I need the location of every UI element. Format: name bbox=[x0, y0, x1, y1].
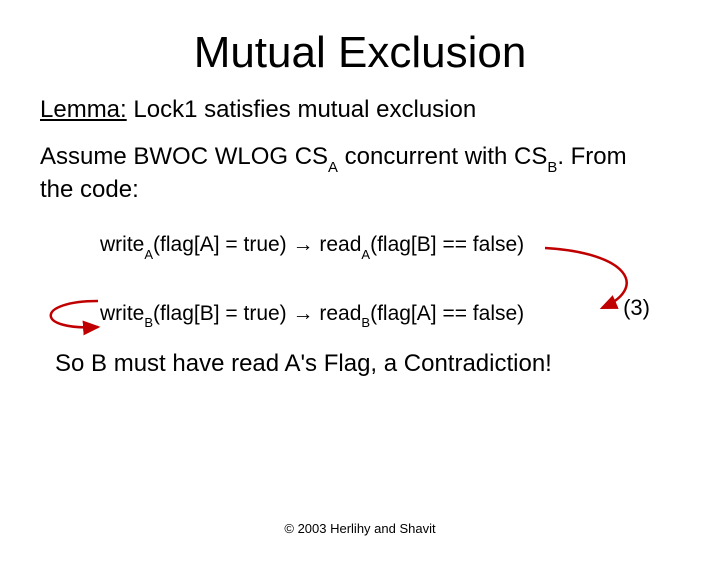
assume-pre: Assume BWOC WLOG CS bbox=[40, 143, 328, 170]
assume-mid: concurrent with CS bbox=[338, 143, 547, 170]
formula-block: writeA(flag[A] = true) → readA(flag[B] =… bbox=[40, 233, 680, 327]
conclusion-line: So B must have read A's Flag, a Contradi… bbox=[55, 350, 720, 378]
f1-read: read bbox=[314, 233, 362, 256]
f2-read-sub: B bbox=[361, 315, 370, 330]
f1-write: write bbox=[100, 233, 144, 256]
f1-read-args: (flag[B] == false) bbox=[370, 233, 524, 256]
lemma-line: Lemma: Lock1 satisfies mutual exclusion bbox=[40, 96, 680, 124]
f2-write-args: (flag[B] = true) bbox=[153, 302, 292, 325]
formula-line-2: writeB(flag[B] = true) → readB(flag[A] =… bbox=[100, 302, 680, 328]
f2-arrow: → bbox=[293, 302, 314, 325]
lemma-label: Lemma: bbox=[40, 96, 127, 123]
f1-write-args: (flag[A] = true) bbox=[153, 233, 292, 256]
assume-sub-b: B bbox=[547, 160, 557, 176]
f1-read-sub: A bbox=[361, 247, 370, 262]
lemma-text: Lock1 satisfies mutual exclusion bbox=[127, 96, 477, 123]
f1-write-sub: A bbox=[144, 247, 153, 262]
assume-line: Assume BWOC WLOG CSA concurrent with CSB… bbox=[40, 142, 660, 205]
equation-ref-3: (3) bbox=[623, 295, 650, 321]
copyright-line: © 2003 Herlihy and Shavit bbox=[0, 521, 720, 536]
slide-title: Mutual Exclusion bbox=[0, 28, 720, 78]
f2-read-args: (flag[A] == false) bbox=[370, 302, 524, 325]
f2-write-sub: B bbox=[144, 315, 153, 330]
f1-arrow: → bbox=[293, 233, 314, 256]
f2-read: read bbox=[314, 302, 362, 325]
formula-line-1: writeA(flag[A] = true) → readA(flag[B] =… bbox=[100, 233, 680, 259]
slide: Mutual Exclusion Lemma: Lock1 satisfies … bbox=[0, 28, 720, 568]
f2-write: write bbox=[100, 302, 144, 325]
assume-sub-a: A bbox=[328, 160, 338, 176]
